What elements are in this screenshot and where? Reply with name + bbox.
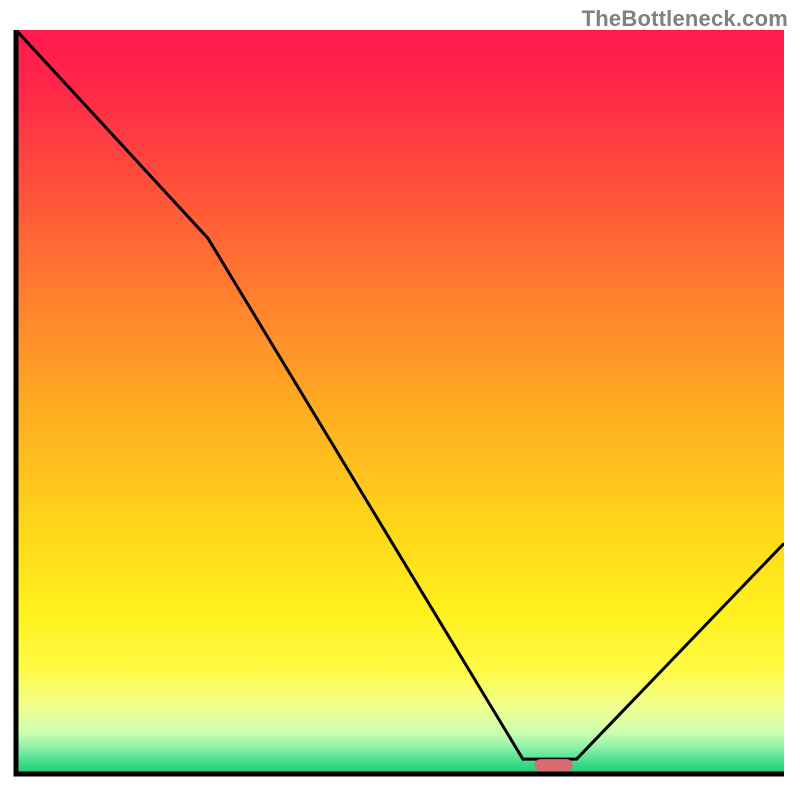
minimum-marker — [534, 759, 572, 771]
bottleneck-chart: TheBottleneck.com — [0, 0, 800, 800]
watermark-text: TheBottleneck.com — [582, 6, 788, 32]
plot-svg — [0, 0, 800, 800]
